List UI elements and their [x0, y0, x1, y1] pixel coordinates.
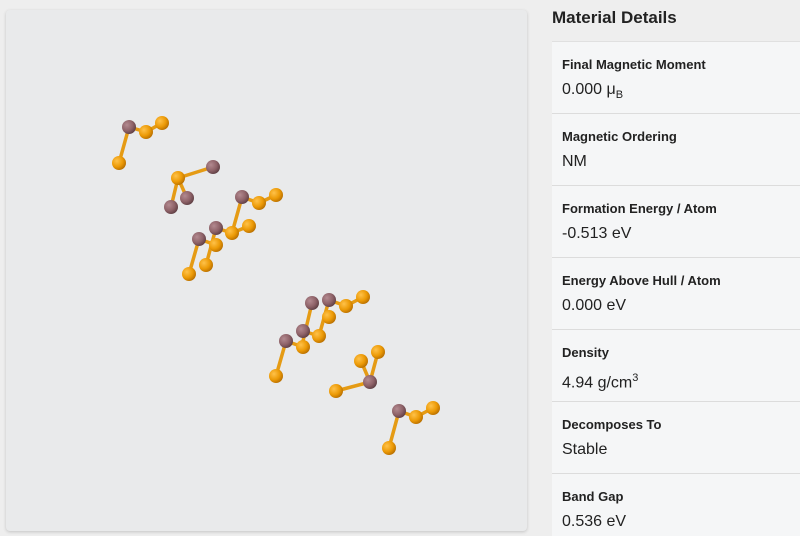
crystal-structure-canvas[interactable]	[6, 10, 527, 531]
detail-label: Decomposes To	[562, 417, 662, 432]
atom-gold	[426, 401, 440, 415]
detail-value: Stable	[562, 441, 608, 458]
detail-formation-energy: Formation Energy / Atom -0.513 eV	[552, 185, 800, 257]
detail-value-unit: μ	[606, 81, 616, 98]
detail-value: 0.000 eV	[562, 297, 627, 314]
atom-mauve	[206, 160, 220, 174]
atom-mauve	[296, 324, 310, 338]
material-page: Material Details Final Magnetic Moment 0…	[0, 0, 800, 536]
atom-gold	[112, 156, 126, 170]
atom-mauve	[305, 296, 319, 310]
atom-gold	[171, 171, 185, 185]
detail-value-number: 0.000	[562, 81, 607, 98]
material-details-panel: Final Magnetic Moment 0.000 μB Magnetic …	[552, 41, 800, 536]
atom-gold	[209, 238, 223, 252]
detail-value-number: 4.94 g/cm	[562, 374, 633, 392]
atom-mauve	[192, 232, 206, 246]
atom-mauve	[279, 334, 293, 348]
atom-mauve	[164, 200, 178, 214]
atom-gold	[409, 410, 423, 424]
detail-label: Band Gap	[562, 489, 624, 504]
structure-viewer[interactable]	[6, 10, 527, 531]
detail-label: Density	[562, 345, 609, 360]
detail-value-superscript: 3	[632, 372, 639, 384]
detail-value: -0.513 eV	[562, 225, 632, 242]
atom-gold	[356, 290, 370, 304]
detail-label: Formation Energy / Atom	[562, 201, 717, 216]
atom-gold	[312, 329, 326, 343]
atom-gold	[371, 345, 385, 359]
atom-mauve	[363, 375, 377, 389]
atom-gold	[269, 188, 283, 202]
atom-gold	[252, 196, 266, 210]
atom-gold	[242, 219, 256, 233]
detail-density: Density 4.94 g/cm3	[552, 329, 800, 401]
atoms	[112, 116, 440, 455]
atom-gold	[339, 299, 353, 313]
atom-gold	[139, 125, 153, 139]
detail-value: 0.000 μB	[562, 80, 800, 105]
detail-value: 4.94 g/cm3	[562, 368, 800, 393]
bonds	[117, 121, 435, 450]
detail-magnetic-ordering: Magnetic Ordering NM	[552, 113, 800, 185]
atom-gold	[354, 354, 368, 368]
atom-gold	[225, 226, 239, 240]
detail-value: NM	[562, 153, 587, 170]
atom-gold	[382, 441, 396, 455]
atom-gold	[296, 340, 310, 354]
atom-mauve	[235, 190, 249, 204]
atom-mauve	[322, 293, 336, 307]
atom-gold	[269, 369, 283, 383]
atom-gold	[155, 116, 169, 130]
detail-decomposes-to: Decomposes To Stable	[552, 401, 800, 473]
detail-label: Final Magnetic Moment	[562, 57, 706, 72]
detail-band-gap: Band Gap 0.536 eV	[552, 473, 800, 536]
atom-gold	[199, 258, 213, 272]
detail-label: Energy Above Hull / Atom	[562, 273, 721, 288]
atom-gold	[182, 267, 196, 281]
atom-mauve	[209, 221, 223, 235]
atom-mauve	[392, 404, 406, 418]
detail-label: Magnetic Ordering	[562, 129, 677, 144]
atom-gold	[329, 384, 343, 398]
material-details-title: Material Details	[552, 8, 677, 27]
detail-energy-above-hull: Energy Above Hull / Atom 0.000 eV	[552, 257, 800, 329]
atom-mauve	[122, 120, 136, 134]
detail-value-unit-subscript: B	[615, 89, 624, 102]
atom-gold	[322, 310, 336, 324]
detail-value: 0.536 eV	[562, 513, 627, 530]
detail-final-magnetic-moment: Final Magnetic Moment 0.000 μB	[552, 41, 800, 113]
atom-mauve	[180, 191, 194, 205]
